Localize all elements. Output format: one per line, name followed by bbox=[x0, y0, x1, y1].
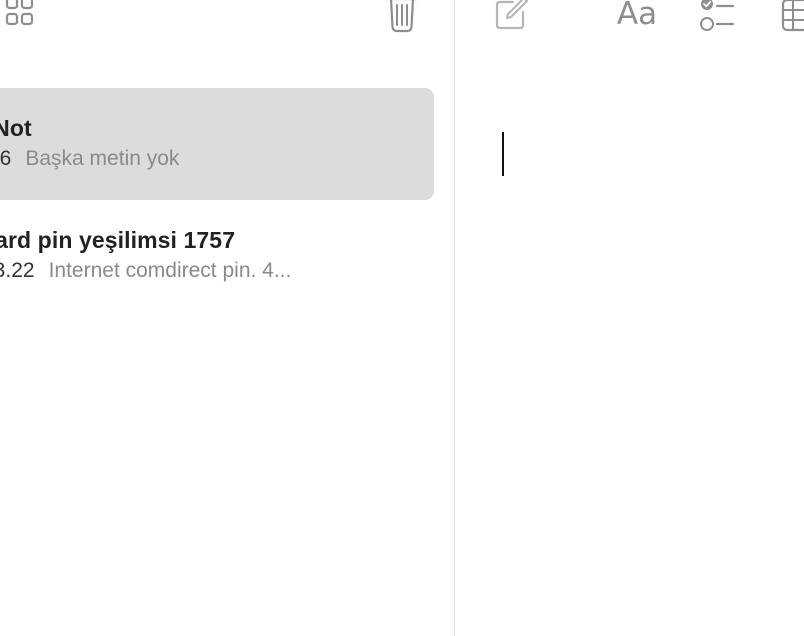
note-title: ni Not bbox=[0, 115, 32, 141]
note-meta: 56 Başka metin yok bbox=[0, 147, 179, 171]
grid-icon bbox=[5, 0, 34, 26]
notes-app-window: ni Not 56 Başka metin yok rocard pin yeşi… bbox=[0, 0, 804, 636]
note-list-item[interactable]: rocard pin yeşilimsi 1757 03.22 Internet … bbox=[0, 200, 434, 312]
table-icon bbox=[781, 0, 804, 32]
delete-note-button[interactable] bbox=[382, 0, 422, 36]
checklist-icon bbox=[700, 0, 735, 31]
note-list-item[interactable]: ni Not 56 Başka metin yok bbox=[0, 88, 434, 200]
note-preview: Başka metin yok bbox=[25, 147, 180, 170]
new-note-button[interactable] bbox=[491, 0, 531, 34]
format-text-button[interactable]: Aa bbox=[607, 0, 667, 36]
note-preview: Internet comdirect pin. 4... bbox=[48, 259, 292, 282]
note-title: rocard pin yeşilimsi 1757 bbox=[0, 227, 236, 253]
compose-icon bbox=[495, 0, 528, 30]
table-button[interactable] bbox=[777, 0, 804, 34]
notes-list-pane: ni Not 56 Başka metin yok rocard pin yeşi… bbox=[0, 0, 454, 636]
note-date: 03.22 bbox=[0, 259, 35, 282]
trash-icon bbox=[386, 0, 418, 33]
note-meta: 03.22 Internet comdirect pin. 4... bbox=[0, 259, 291, 283]
gallery-view-button[interactable] bbox=[0, 0, 40, 34]
note-body-editor[interactable] bbox=[495, 120, 785, 600]
note-date: 56 bbox=[0, 147, 12, 170]
note-editor-pane: Aa bbox=[455, 0, 804, 636]
text-caret bbox=[502, 132, 504, 176]
checklist-button[interactable] bbox=[695, 0, 739, 34]
